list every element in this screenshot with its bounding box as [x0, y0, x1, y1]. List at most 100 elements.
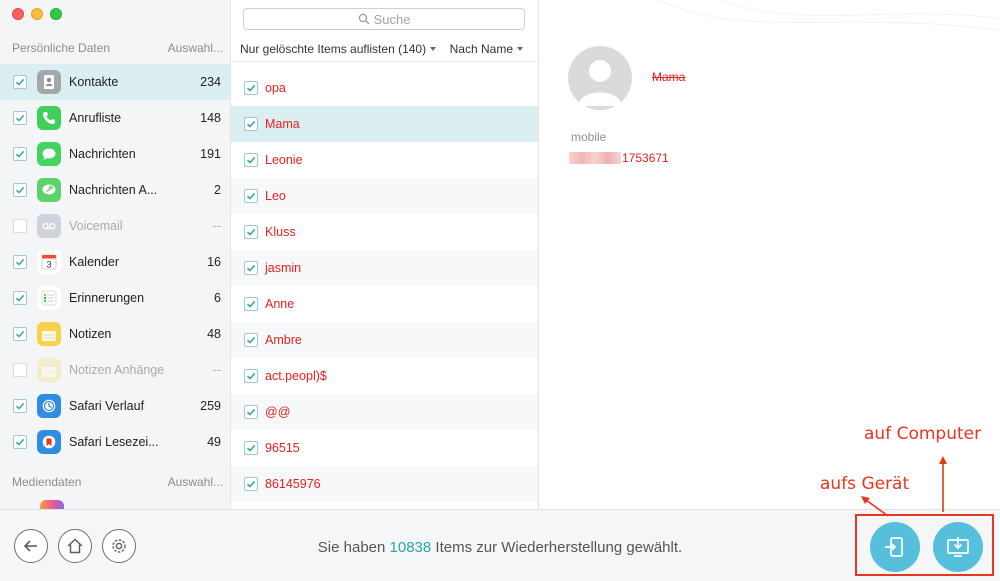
category-checkbox[interactable] — [13, 327, 27, 341]
contact-row[interactable]: Leo — [231, 178, 538, 214]
sidebar-item[interactable]: Anrufliste 148 — [0, 100, 230, 136]
contact-name: Mama — [652, 70, 686, 84]
contact-name: Leonie — [265, 153, 303, 167]
chevron-down-icon — [430, 47, 437, 52]
category-count: -- — [212, 363, 221, 377]
category-label: Safari Lesezei... — [69, 435, 159, 449]
safari-history-icon — [37, 394, 61, 418]
back-button[interactable] — [14, 529, 48, 563]
contact-row[interactable]: Mama — [231, 106, 538, 142]
category-checkbox[interactable] — [13, 435, 27, 449]
close-window-button[interactable] — [12, 8, 24, 20]
sidebar-item[interactable]: Safari Verlauf 259 — [0, 388, 230, 424]
sidebar-item[interactable]: Nachrichten A... 2 — [0, 172, 230, 208]
search-field[interactable]: Suche — [243, 8, 525, 30]
contact-row[interactable]: Kluss — [231, 214, 538, 250]
contact-checkbox[interactable] — [244, 261, 258, 275]
sidebar-item[interactable]: 3 Kalender 16 — [0, 244, 230, 280]
contact-row[interactable]: 86145976 — [231, 466, 538, 502]
sidebar-item[interactable]: Kontakte 234 — [0, 64, 230, 100]
contact-row[interactable]: opa — [231, 70, 538, 106]
contact-name: opa — [265, 81, 286, 95]
contact-checkbox[interactable] — [244, 189, 258, 203]
contacts-icon — [37, 70, 61, 94]
voicemail-icon — [37, 214, 61, 238]
category-label: Anrufliste — [69, 111, 122, 125]
checkmark-icon — [246, 444, 256, 452]
media-data-title: Mediendaten — [12, 475, 82, 489]
maximize-window-button[interactable] — [50, 8, 62, 20]
contact-checkbox[interactable] — [244, 81, 258, 95]
media-data-select-all[interactable]: Auswahl... — [168, 475, 223, 489]
contact-name: @@ — [265, 405, 291, 419]
sidebar-item[interactable]: Erinnerungen 6 — [0, 280, 230, 316]
category-count: 6 — [214, 291, 221, 305]
contact-row[interactable]: 96515 — [231, 430, 538, 466]
category-checkbox[interactable] — [13, 147, 27, 161]
contact-row[interactable]: @@ — [231, 394, 538, 430]
phone-field-label: mobile — [571, 130, 607, 144]
safari-bookmarks-icon — [37, 430, 61, 454]
filter-bar: Nur gelöschte Items auflisten (140) Nach… — [231, 36, 538, 62]
category-count: 48 — [207, 327, 221, 341]
category-checkbox[interactable] — [13, 219, 27, 233]
checkmark-icon — [246, 264, 256, 272]
contact-checkbox[interactable] — [244, 297, 258, 311]
recover-to-computer-button[interactable] — [933, 522, 983, 572]
contact-row[interactable]: Leonie — [231, 142, 538, 178]
category-checkbox[interactable] — [13, 363, 27, 377]
contact-checkbox[interactable] — [244, 225, 258, 239]
reminders-icon — [37, 286, 61, 310]
category-checkbox[interactable] — [13, 111, 27, 125]
contact-checkbox[interactable] — [244, 333, 258, 347]
sidebar: Persönliche Daten Auswahl... Kontakte 234… — [0, 0, 231, 509]
checkmark-icon — [246, 120, 256, 128]
photos-icon — [40, 500, 64, 509]
minimize-window-button[interactable] — [31, 8, 43, 20]
category-checkbox[interactable] — [13, 399, 27, 413]
sidebar-item[interactable]: Nachrichten 191 — [0, 136, 230, 172]
checkmark-icon — [15, 150, 25, 158]
category-list: Kontakte 234 Anrufliste 148 Nachrichten 191 Na… — [0, 64, 230, 460]
contact-checkbox[interactable] — [244, 369, 258, 383]
sidebar-item[interactable]: Notizen 48 — [0, 316, 230, 352]
contact-row[interactable]: act.peopl)$ — [231, 358, 538, 394]
recover-to-device-button[interactable] — [870, 522, 920, 572]
contact-checkbox[interactable] — [244, 153, 258, 167]
bottom-bar: Sie haben 10838 Items zur Wiederherstell… — [0, 509, 1000, 581]
deleted-only-filter-label: Nur gelöschte Items auflisten (140) — [240, 41, 427, 56]
contact-name: jasmin — [265, 261, 302, 275]
sidebar-item[interactable]: Safari Lesezei... 49 — [0, 424, 230, 460]
sidebar-item[interactable]: Voicemail -- — [0, 208, 230, 244]
category-checkbox[interactable] — [13, 183, 27, 197]
checkmark-icon — [15, 438, 25, 446]
messages-icon — [37, 142, 61, 166]
phone-icon — [37, 106, 61, 130]
home-button[interactable] — [58, 529, 92, 563]
category-checkbox[interactable] — [13, 255, 27, 269]
checkmark-icon — [15, 114, 25, 122]
sort-dropdown[interactable]: Nach Name — [450, 42, 523, 56]
status-prefix: Sie haben — [317, 539, 386, 556]
deleted-only-filter[interactable]: Nur gelöschte Items auflisten (140) — [240, 41, 437, 56]
sidebar-item[interactable]: Notizen Anhänge -- — [0, 352, 230, 388]
settings-button[interactable] — [102, 529, 136, 563]
contact-row[interactable]: jasmin — [231, 250, 538, 286]
personal-data-title: Persönliche Daten — [12, 41, 111, 55]
contact-name: act.peopl)$ — [265, 369, 327, 383]
category-checkbox[interactable] — [13, 291, 27, 305]
category-label: Notizen Anhänge — [69, 363, 165, 377]
window-controls — [12, 8, 62, 20]
person-silhouette-icon — [578, 60, 622, 106]
contact-checkbox[interactable] — [244, 477, 258, 491]
checkmark-icon — [246, 372, 256, 380]
contact-checkbox[interactable] — [244, 117, 258, 131]
contact-row[interactable]: Ambre — [231, 322, 538, 358]
contact-name: Leo — [265, 189, 286, 203]
status-count: 10838 — [389, 539, 432, 556]
contact-checkbox[interactable] — [244, 405, 258, 419]
contact-row[interactable]: Anne — [231, 286, 538, 322]
contact-checkbox[interactable] — [244, 441, 258, 455]
category-checkbox[interactable] — [13, 75, 27, 89]
personal-data-select-all[interactable]: Auswahl... — [168, 41, 223, 55]
